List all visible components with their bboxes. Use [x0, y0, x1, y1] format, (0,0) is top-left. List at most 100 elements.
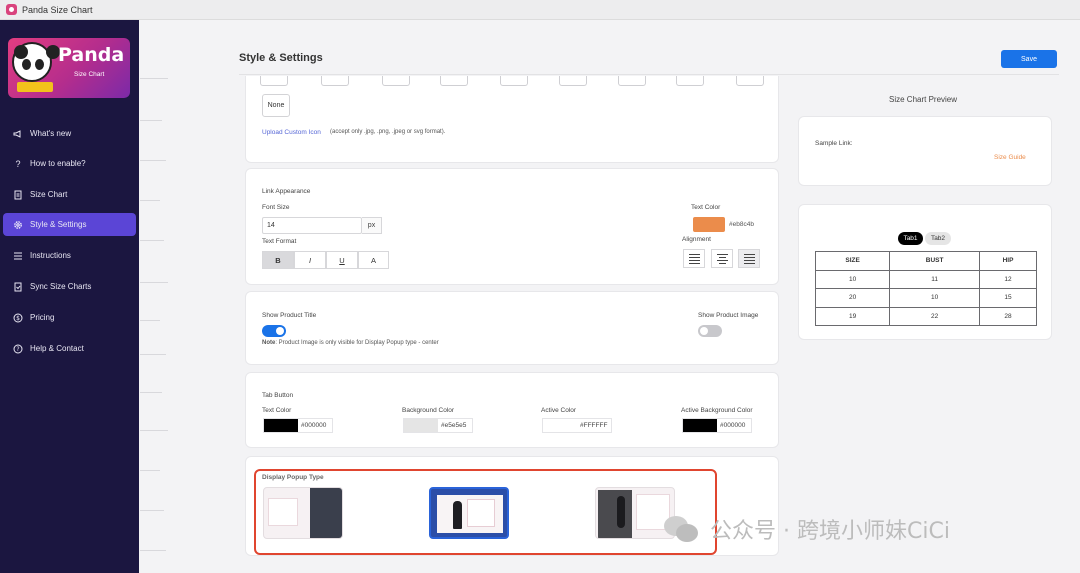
tab-text-color-picker[interactable]: #000000	[263, 418, 333, 433]
format-underline-button[interactable]: U	[326, 251, 358, 269]
ruled-lines-decoration	[140, 20, 170, 573]
sidebar-item-how-to-enable[interactable]: ? How to enable?	[3, 152, 136, 175]
popup-type-highlight-box	[254, 469, 717, 555]
sidebar-item-sync-size-charts[interactable]: Sync Size Charts	[3, 275, 136, 298]
upload-custom-icon-link[interactable]: Upload Custom Icon	[262, 129, 321, 136]
product-image-note: Note: Product Image is only visible for …	[262, 340, 439, 346]
table-cell: 11	[889, 269, 981, 289]
font-size-unit: px	[362, 217, 382, 234]
preview-tab-2[interactable]: Tab2	[925, 232, 951, 245]
icon-option-glasses-icon[interactable]	[382, 76, 410, 86]
sidebar-item-style-settings[interactable]: Style & Settings	[3, 213, 136, 236]
sidebar-item-whats-new[interactable]: What's new	[3, 122, 136, 145]
sidebar-item-label: What's new	[30, 129, 72, 138]
section-title: Tab Button	[262, 392, 294, 399]
table-cell: 12	[979, 269, 1037, 289]
table-cell: 22	[889, 306, 981, 326]
svg-text:$: $	[16, 315, 20, 322]
sidebar: Panda Size Chart What's new ? How to ena…	[0, 20, 139, 573]
logo-title: Panda	[58, 44, 125, 66]
icon-option-measure-icon[interactable]	[440, 76, 468, 86]
sidebar-item-pricing[interactable]: $ Pricing	[3, 306, 136, 329]
show-product-title-toggle[interactable]	[262, 325, 286, 337]
tab-button-card: Tab Button Text Color #000000 Background…	[245, 372, 779, 448]
size-guide-link[interactable]: Size Guide	[994, 154, 1026, 161]
sidebar-item-label: Sync Size Charts	[30, 282, 92, 291]
icon-option-none[interactable]: None	[262, 94, 290, 117]
logo-ribbon	[17, 82, 53, 92]
font-size-input[interactable]: 14	[262, 217, 362, 234]
text-color-label: Text Color	[691, 204, 721, 211]
table-row: 20 10 15	[814, 288, 1037, 308]
show-product-image-toggle[interactable]	[698, 325, 722, 337]
preview-title: Size Chart Preview	[889, 95, 958, 104]
font-size-label: Font Size	[262, 204, 290, 211]
sidebar-item-label: How to enable?	[30, 159, 86, 168]
icon-option-tag-icon[interactable]	[559, 76, 587, 86]
sidebar-item-size-chart[interactable]: Size Chart	[3, 183, 136, 206]
format-italic-button[interactable]: I	[294, 251, 326, 269]
icon-option-ruler-icon[interactable]	[260, 76, 288, 86]
header-divider	[239, 74, 1059, 75]
window-title: Panda Size Chart	[22, 4, 93, 15]
table-cell: 10	[814, 269, 891, 289]
sync-document-icon	[13, 282, 23, 292]
megaphone-icon	[13, 129, 23, 139]
gear-icon	[13, 220, 23, 230]
product-display-card: Show Product Title Note: Product Image i…	[245, 291, 779, 365]
section-title: Link Appearance	[262, 188, 311, 195]
sidebar-item-label: Instructions	[30, 251, 71, 260]
sidebar-item-help-contact[interactable]: ? Help & Contact	[3, 337, 136, 360]
question-icon: ?	[15, 158, 21, 169]
save-button[interactable]: Save	[1001, 50, 1057, 68]
align-right-button[interactable]	[738, 249, 760, 268]
icon-option-dress-icon[interactable]	[618, 76, 646, 86]
table-header-row: SIZE BUST HIP	[814, 251, 1037, 271]
text-color-hex[interactable]: #eb8c4b	[729, 221, 754, 228]
document-icon	[13, 190, 23, 200]
table-cell: 28	[979, 306, 1037, 326]
help-circle-icon: ?	[13, 344, 23, 354]
icon-option-shirt-icon[interactable]	[321, 76, 349, 86]
show-product-image-label: Show Product Image	[698, 312, 759, 319]
alignment-label: Alignment	[682, 236, 711, 243]
window-titlebar: Panda Size Chart	[0, 0, 1080, 20]
logo-subtitle: Size Chart	[74, 71, 105, 78]
table-row: 19 22 28	[814, 306, 1037, 326]
size-chart-preview-card: Tab1 Tab2 SIZE BUST HIP 10 11 12 20 10 1…	[798, 204, 1052, 340]
preview-tab-1[interactable]: Tab1	[898, 232, 923, 245]
sidebar-item-label: Pricing	[30, 313, 55, 322]
format-text-case-button[interactable]: A	[358, 251, 389, 269]
text-format-label: Text Format	[262, 238, 297, 245]
show-product-title-label: Show Product Title	[262, 312, 317, 319]
watermark: 公众号 · 跨境小师妹CiCi	[664, 513, 950, 545]
svg-text:?: ?	[16, 346, 19, 353]
tab-background-color-picker[interactable]: #e5e5e5	[403, 418, 473, 433]
link-appearance-card: Link Appearance Font Size 14 px Text For…	[245, 168, 779, 285]
tab-active-background-color-picker[interactable]: #000000	[682, 418, 752, 433]
format-bold-button[interactable]: B	[262, 251, 294, 269]
panda-logo[interactable]: Panda Size Chart	[8, 38, 130, 98]
watermark-text: 公众号 · 跨境小师妹CiCi	[710, 519, 950, 544]
panda-mascot-icon	[12, 42, 60, 82]
icon-option-hanger-icon[interactable]	[500, 76, 528, 86]
page-title: Style & Settings	[239, 52, 323, 64]
sidebar-item-label: Style & Settings	[30, 220, 87, 229]
table-cell: 15	[979, 288, 1037, 308]
size-chart-table: SIZE BUST HIP 10 11 12 20 10 15 19 22 28	[814, 251, 1037, 326]
table-cell: 20	[814, 288, 891, 308]
icon-option-tape-icon[interactable]	[736, 76, 764, 86]
tab-active-color-label: Active Color	[541, 407, 577, 414]
table-cell: 19	[814, 306, 891, 326]
column-header: BUST	[889, 251, 981, 271]
sidebar-item-label: Size Chart	[30, 190, 68, 199]
tab-active-color-picker[interactable]: #FFFFFF	[542, 418, 612, 433]
column-header: SIZE	[814, 251, 891, 271]
icon-option-chart-icon[interactable]	[676, 76, 704, 86]
text-color-swatch[interactable]	[693, 217, 725, 232]
table-cell: 10	[889, 288, 981, 308]
align-left-button[interactable]	[683, 249, 705, 268]
sidebar-item-instructions[interactable]: Instructions	[3, 244, 136, 267]
align-center-button[interactable]	[711, 249, 733, 268]
tab-text-color-label: Text Color	[262, 407, 292, 414]
